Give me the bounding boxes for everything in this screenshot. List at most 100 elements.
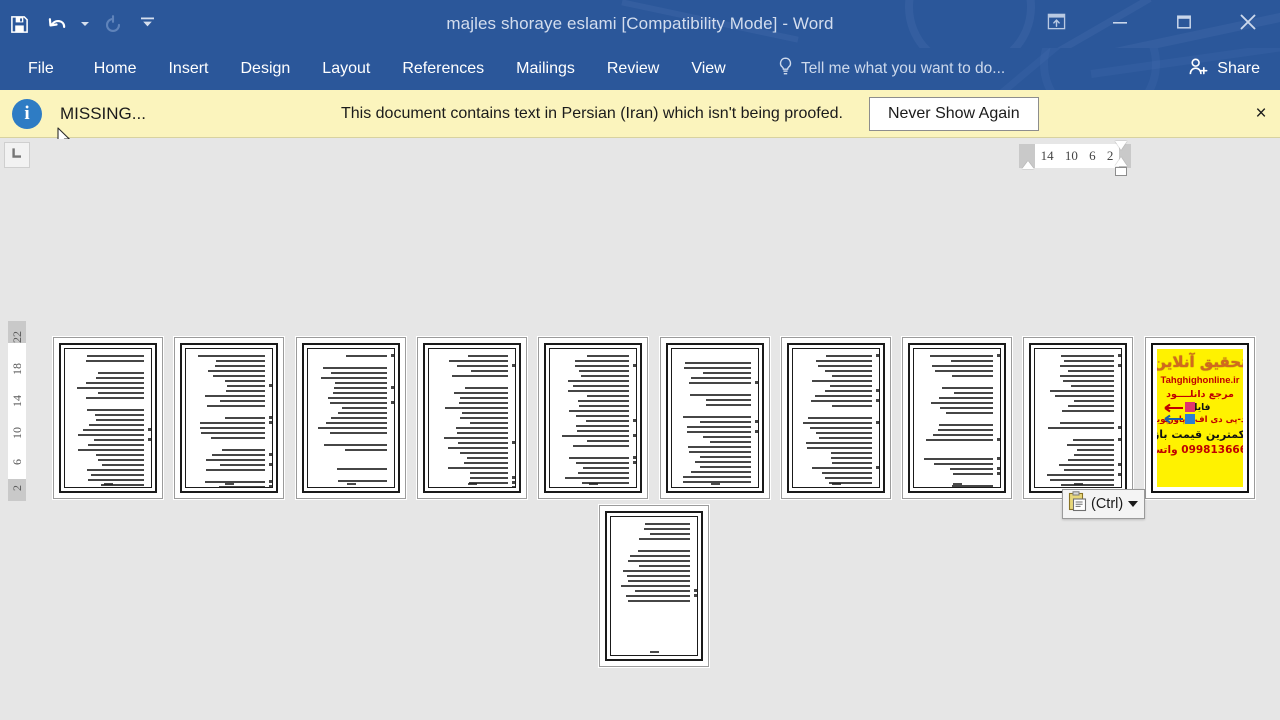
document-text-line	[470, 472, 508, 474]
advert-line-1: مرجع دانلــــود	[1166, 388, 1234, 400]
page-number-mark	[668, 483, 762, 485]
page-border-outer	[423, 343, 521, 493]
tab-layout[interactable]: Layout	[306, 48, 386, 90]
advertisement-page-thumbnail[interactable]: تحقیق آنلاین Tahghighonline.ir مرجع دانلــ…	[1145, 337, 1255, 499]
never-show-again-button[interactable]: Never Show Again	[868, 96, 1039, 131]
paste-options-button[interactable]: (Ctrl)	[1062, 489, 1146, 519]
tell-me-search-input[interactable]: Tell me what you want to do...	[778, 48, 1005, 90]
document-text-line	[331, 417, 387, 419]
minimize-button[interactable]	[1088, 0, 1152, 48]
document-text-line	[628, 560, 690, 562]
tab-review[interactable]: Review	[591, 48, 675, 90]
tab-file[interactable]: File	[0, 48, 78, 90]
document-text-line	[1068, 405, 1114, 407]
document-text-line	[579, 405, 629, 407]
document-text-line	[207, 370, 265, 372]
page-thumbnails: تحقیق آنلاین Tahghighonline.ir مرجع دانلــ…	[0, 139, 1280, 720]
document-text-line	[98, 372, 144, 374]
tab-design[interactable]: Design	[224, 48, 306, 90]
advert-yellow-panel: تحقیق آنلاین Tahghighonline.ir مرجع دانلــ…	[1157, 349, 1243, 487]
restore-icon	[1176, 14, 1192, 35]
chevron-down-icon	[1128, 501, 1139, 507]
customize-qat-button[interactable]	[132, 4, 162, 44]
document-page-thumbnail[interactable]	[599, 505, 709, 667]
document-text-line	[628, 600, 690, 602]
document-text-line	[576, 415, 629, 417]
document-text-line	[1060, 375, 1114, 377]
document-text-line	[831, 457, 872, 459]
page-content-area	[428, 348, 516, 488]
tab-home[interactable]: Home	[78, 48, 153, 90]
ribbon-display-options-button[interactable]	[1024, 0, 1088, 48]
tab-references[interactable]: References	[386, 48, 500, 90]
redo-icon	[103, 14, 123, 34]
message-bar-close-button[interactable]: ×	[1248, 101, 1274, 127]
document-text-line	[567, 380, 629, 382]
document-page-thumbnail[interactable]	[53, 337, 163, 499]
document-page-thumbnail[interactable]	[296, 337, 406, 499]
document-text-line	[1059, 422, 1114, 424]
document-page-thumbnail[interactable]	[1023, 337, 1133, 499]
document-text-line	[453, 392, 508, 394]
document-page-thumbnail[interactable]	[781, 337, 891, 499]
document-text-line	[831, 405, 872, 407]
page-number-mark	[61, 483, 155, 485]
document-text-line	[467, 457, 508, 459]
document-bullet-line	[699, 420, 758, 423]
document-text-line	[331, 372, 387, 374]
document-text-line	[815, 395, 872, 397]
share-button[interactable]: Share	[1182, 48, 1266, 90]
undo-icon	[47, 15, 68, 34]
undo-dropdown-button[interactable]	[76, 4, 94, 44]
document-bullet-line	[950, 467, 1000, 470]
document-text-line	[683, 416, 751, 418]
close-button[interactable]	[1216, 0, 1280, 48]
close-icon	[1239, 13, 1257, 36]
document-text-line	[816, 360, 872, 362]
document-text-line	[586, 440, 629, 442]
document-text-line	[224, 380, 265, 382]
restore-button[interactable]	[1152, 0, 1216, 48]
document-bullet-line	[212, 453, 272, 456]
document-text-line	[324, 444, 387, 446]
document-text-line	[444, 437, 508, 439]
document-text-line	[456, 432, 508, 434]
page-number-mark	[304, 483, 398, 485]
document-text-line	[818, 365, 872, 367]
document-bullet-line	[569, 456, 636, 459]
document-text-line	[626, 575, 690, 577]
tab-insert[interactable]: Insert	[152, 48, 224, 90]
document-page-thumbnail[interactable]	[174, 337, 284, 499]
document-text-line	[952, 375, 993, 377]
tab-mailings[interactable]: Mailings	[500, 48, 591, 90]
document-bullet-line	[635, 589, 697, 592]
undo-button[interactable]	[38, 4, 76, 44]
document-bullet-line	[576, 461, 636, 464]
tab-view[interactable]: View	[675, 48, 741, 90]
ribbon-tab-strip: File Home Insert Design Layout Reference…	[0, 48, 1280, 90]
document-bullet-line	[952, 472, 1000, 475]
document-bullet-line	[199, 421, 272, 424]
save-button[interactable]	[0, 4, 38, 44]
document-text-line	[460, 417, 508, 419]
document-page-thumbnail[interactable]	[660, 337, 770, 499]
document-page-thumbnail[interactable]	[538, 337, 648, 499]
page-border-outer	[302, 343, 400, 493]
document-page-thumbnail[interactable]	[417, 337, 527, 499]
page-border-outer	[605, 511, 703, 661]
window-controls	[1024, 0, 1280, 48]
document-bullet-line	[220, 463, 272, 466]
document-text-line	[831, 462, 872, 464]
document-text-line	[953, 392, 993, 394]
document-text-line	[1070, 385, 1114, 387]
document-page-thumbnail[interactable]	[902, 337, 1012, 499]
document-text-line	[649, 533, 690, 535]
lightbulb-icon	[778, 57, 793, 81]
redo-button[interactable]	[94, 4, 132, 44]
document-text-line	[1049, 479, 1114, 481]
